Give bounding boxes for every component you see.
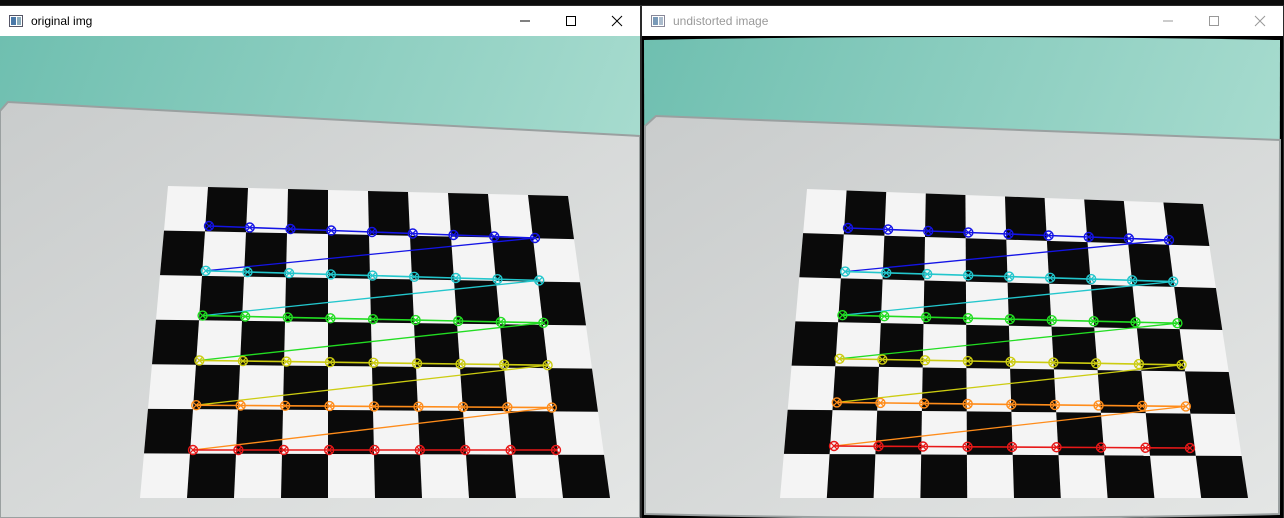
close-icon xyxy=(1254,15,1266,27)
checkerboard-image xyxy=(642,36,1283,518)
image-canvas xyxy=(0,36,640,518)
original-image-window: original img xyxy=(0,6,640,518)
close-button[interactable] xyxy=(594,6,640,36)
maximize-button[interactable] xyxy=(1191,6,1237,36)
close-icon xyxy=(611,15,623,27)
window-title: original img xyxy=(31,14,93,28)
title-bar[interactable]: undistorted image xyxy=(642,6,1283,36)
close-button[interactable] xyxy=(1237,6,1283,36)
minimize-button[interactable] xyxy=(1145,6,1191,36)
minimize-icon xyxy=(520,20,530,22)
checkerboard-image xyxy=(0,36,640,518)
maximize-button[interactable] xyxy=(548,6,594,36)
minimize-icon xyxy=(1163,20,1173,22)
maximize-icon xyxy=(566,16,576,26)
app-icon xyxy=(9,15,23,27)
minimize-button[interactable] xyxy=(502,6,548,36)
undistorted-image-window: undistorted image xyxy=(642,6,1283,518)
image-canvas xyxy=(642,36,1283,518)
app-icon xyxy=(651,15,665,27)
maximize-icon xyxy=(1209,16,1219,26)
title-bar[interactable]: original img xyxy=(0,6,640,36)
window-title: undistorted image xyxy=(673,14,769,28)
